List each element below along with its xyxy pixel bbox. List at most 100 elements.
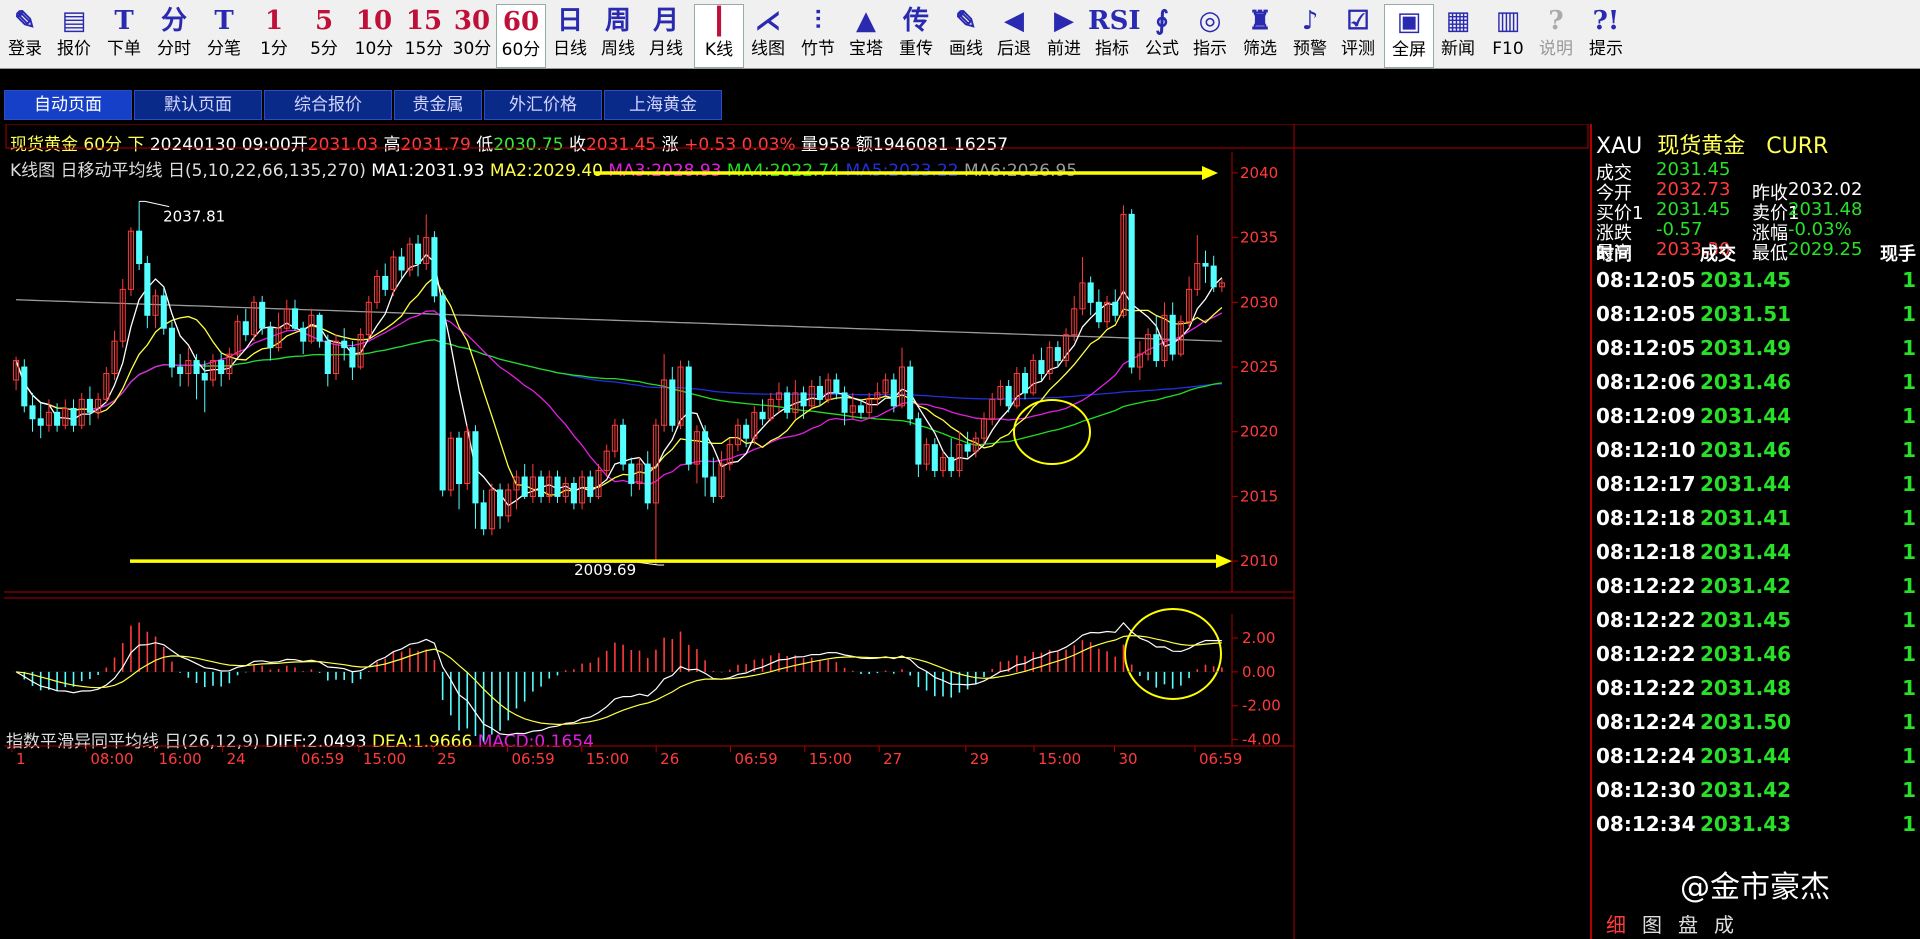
toolbar-weekly-button[interactable]: 周周线	[594, 4, 642, 66]
x-tick-label: 25	[437, 750, 456, 768]
tick-price: 2031.51	[1700, 302, 1792, 326]
toolbar-60min-button[interactable]: 60 60分	[496, 4, 546, 68]
toolbar-30min-button[interactable]: 30 30分	[448, 4, 496, 66]
timeshare-icon: 分	[160, 6, 187, 36]
tick-time: 08:12:22	[1596, 608, 1696, 632]
toolbar-timeshare-button[interactable]: 分分时	[150, 4, 198, 66]
candlestick-chart[interactable]: 2040 2035 2030 2025 2020 2015 2010 2.00 0.00 -2.0…	[4, 124, 1590, 939]
candle	[1145, 328, 1152, 361]
panel-tab-3[interactable]: 成	[1714, 909, 1734, 938]
candle	[907, 360, 914, 426]
panel-tab-0[interactable]: 细	[1606, 909, 1626, 938]
candle-body	[168, 327, 175, 368]
x-tick-label: 15:00	[363, 750, 406, 768]
f10-icon: ▥	[1495, 6, 1521, 36]
toolbar-f10-button[interactable]: ▥ F10	[1484, 4, 1532, 66]
toolbar-forward-button[interactable]: ▶ 前进	[1040, 4, 1088, 66]
candle-body	[1087, 282, 1094, 303]
candle	[283, 299, 290, 331]
toolbar-fullscreen-button[interactable]: ▣ 全屏	[1384, 4, 1434, 68]
page-tabs: 自动页面 默认页面 综合报价 贵金属 外汇价格 上海黄金	[0, 86, 1920, 120]
toolbar-indicator-button[interactable]: RSI 指标	[1088, 4, 1141, 66]
tab-4[interactable]: 外汇价格	[484, 90, 602, 120]
tab-5[interactable]: 上海黄金	[604, 90, 722, 120]
toolbar-daily-button[interactable]: 日日线	[546, 4, 594, 66]
toolbar-login-button[interactable]: ✎ 登录	[0, 4, 50, 66]
candle	[989, 392, 996, 426]
panel-tab-2[interactable]: 盘	[1678, 909, 1698, 938]
candle-body	[685, 366, 692, 465]
panel-tab-1[interactable]: 图	[1642, 909, 1662, 938]
y-tick-label: 2010	[1240, 552, 1278, 570]
candle	[1030, 354, 1037, 396]
candle	[1095, 289, 1102, 329]
tick-row: 08:12:10 2031.46 1	[1592, 438, 1920, 472]
candle	[226, 347, 233, 380]
candle	[1013, 367, 1020, 409]
toolbar-bamboo-button[interactable]: ⫶ 竹节	[794, 4, 842, 66]
macd-tick-label: -4.00	[1242, 731, 1281, 749]
1min-icon: 1	[264, 6, 284, 36]
toolbar-monthly-button[interactable]: 月月线	[642, 4, 690, 66]
candle	[931, 438, 938, 478]
toolbar-kline-button[interactable]: ┃ K线	[694, 4, 744, 68]
toolbar-alert-button[interactable]: ♪ 预警	[1286, 4, 1334, 66]
candle-body	[218, 360, 225, 375]
candle	[439, 289, 446, 497]
kline-icon: ┃	[711, 7, 727, 37]
toolbar-quote-button[interactable]: ▤ 报价	[50, 4, 98, 66]
candle-body	[743, 424, 750, 439]
alert-label: 预警	[1293, 39, 1327, 59]
tick-volume: 1	[1902, 404, 1916, 428]
toolbar-news-button[interactable]: ▦ 新闻	[1434, 4, 1482, 66]
toolbar-filter-button[interactable]: ♜ 筛选	[1236, 4, 1284, 66]
15min-label: 15分	[404, 39, 444, 59]
candle	[234, 315, 241, 357]
toolbar-line-button[interactable]: ⋌ 线图	[744, 4, 792, 66]
candle-body	[784, 392, 791, 413]
toolbar-explain-button[interactable]: ? 说明	[1532, 4, 1580, 66]
tick-time: 08:12:24	[1596, 710, 1696, 734]
candle	[431, 231, 438, 303]
toolbar-back-button[interactable]: ◀ 后退	[990, 4, 1038, 66]
tab-2[interactable]: 综合报价	[264, 90, 392, 120]
toolbar-evaluate-button[interactable]: ☑ 评测	[1334, 4, 1382, 66]
toolbar-indicate-button[interactable]: ◎ 指示	[1186, 4, 1234, 66]
toolbar-tips-button[interactable]: ?! 提示	[1582, 4, 1630, 66]
candle-body	[1202, 263, 1209, 267]
tick-price: 2031.48	[1700, 676, 1792, 700]
candle	[349, 341, 356, 380]
candle-body	[267, 327, 274, 349]
toolbar-5min-button[interactable]: 5 5分	[300, 4, 348, 66]
toolbar-tower-button[interactable]: ▲ 宝塔	[842, 4, 890, 66]
fullscreen-icon: ▣	[1396, 7, 1422, 37]
toolbar-10min-button[interactable]: 10 10分	[350, 4, 398, 66]
candle	[1063, 328, 1070, 368]
toolbar-resend-button[interactable]: 传重传	[892, 4, 940, 66]
tick-icon: T	[214, 6, 234, 36]
tab-1[interactable]: 默认页面	[134, 90, 262, 120]
toolbar-draw-button[interactable]: ✎ 画线	[942, 4, 990, 66]
tick-time: 08:12:22	[1596, 574, 1696, 598]
toolbar-order-button[interactable]: T 下单	[100, 4, 148, 66]
symbol-header: XAU 现货黄金 CURR	[1596, 128, 1828, 160]
candle	[1071, 295, 1078, 342]
daily-label: 日线	[553, 39, 587, 59]
toolbar-1min-button[interactable]: 1 1分	[250, 4, 298, 66]
tower-icon: ▲	[856, 6, 876, 36]
tick-row: 08:12:18 2031.44 1	[1592, 540, 1920, 574]
candle	[775, 382, 782, 413]
candle	[497, 483, 504, 529]
candle	[587, 470, 594, 503]
toolbar-formula-button[interactable]: ∮ 公式	[1138, 4, 1186, 66]
macd-tick-label: -2.00	[1242, 697, 1281, 715]
x-tick-label: 15:00	[586, 750, 629, 768]
tab-3[interactable]: 贵金属	[394, 90, 482, 120]
order-icon: T	[114, 6, 134, 36]
toolbar-tick-button[interactable]: T 分笔	[200, 4, 248, 66]
tab-0[interactable]: 自动页面	[4, 90, 132, 120]
candle	[939, 451, 947, 478]
x-tick-label: 06:59	[301, 750, 344, 768]
candle-body	[472, 431, 479, 504]
toolbar-15min-button[interactable]: 15 15分	[400, 4, 448, 66]
